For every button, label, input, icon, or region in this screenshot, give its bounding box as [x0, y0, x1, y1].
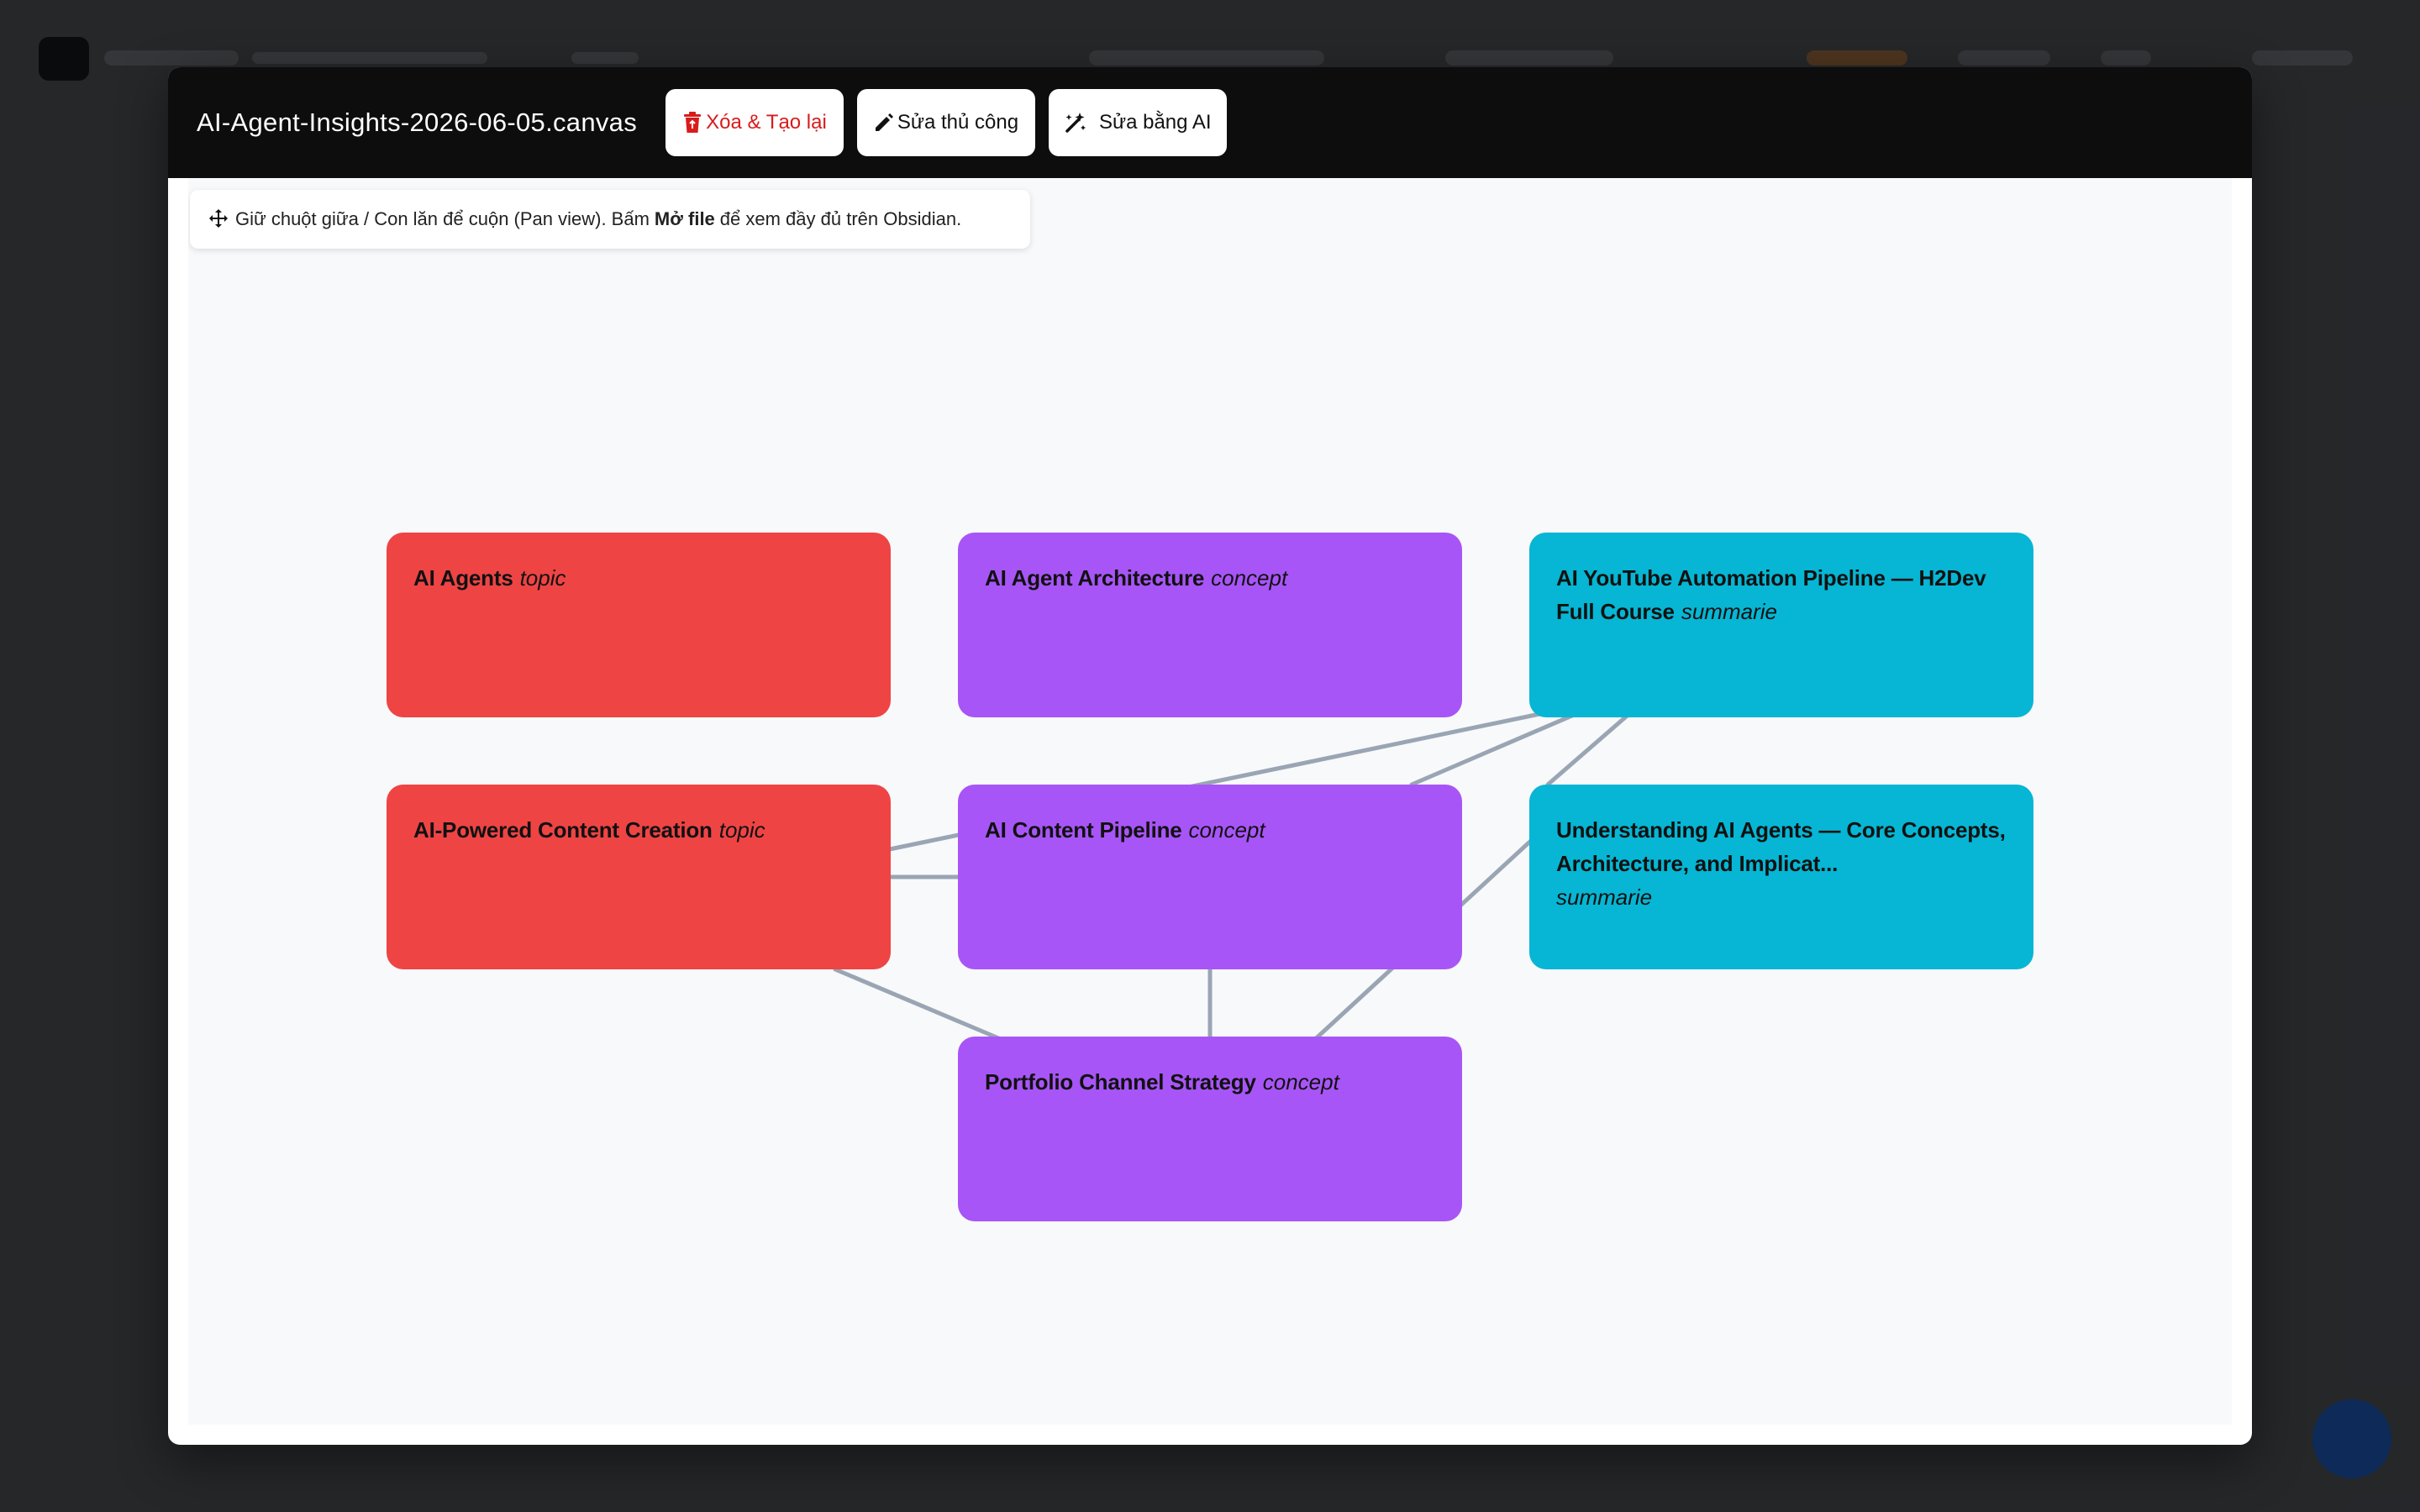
pan-hint-banner: Giữ chuột giữa / Con lăn để cuộn (Pan vi…	[190, 190, 1030, 249]
node-type: summarie	[1556, 885, 1653, 910]
canvas-node-ai-youtube-pipeline[interactable]: AI YouTube Automation Pipeline — H2Dev F…	[1529, 533, 2033, 717]
edit-with-ai-label: Sửa bằng AI	[1099, 111, 1212, 134]
node-title: AI Content Pipeline	[985, 817, 1182, 843]
node-title: Understanding AI Agents — Core Concepts,…	[1556, 817, 2006, 876]
node-type: topic	[519, 565, 566, 591]
canvas-node-ai-agent-architecture[interactable]: AI Agent Architecture concept	[958, 533, 1462, 717]
canvas-viewport[interactable]: Giữ chuột giữa / Con lăn để cuộn (Pan vi…	[188, 178, 2232, 1425]
hint-text-prefix: Giữ chuột giữa / Con lăn để cuộn (Pan vi…	[235, 208, 650, 229]
node-type: summarie	[1681, 599, 1777, 624]
canvas-node-portfolio-channel-strategy[interactable]: Portfolio Channel Strategy concept	[958, 1037, 1462, 1221]
canvas-node-ai-agents[interactable]: AI Agents topic	[387, 533, 891, 717]
node-type: concept	[1262, 1069, 1339, 1095]
delete-and-regenerate-label: Xóa & Tạo lại	[706, 111, 827, 134]
move-icon	[208, 208, 230, 230]
node-title: AI-Powered Content Creation	[413, 817, 713, 843]
node-type: concept	[1188, 817, 1265, 843]
canvas-node-understanding-ai-agents[interactable]: Understanding AI Agents — Core Concepts,…	[1529, 785, 2033, 969]
modal-header: AI-Agent-Insights-2026-06-05.canvas Xóa …	[168, 67, 2252, 178]
node-title: Portfolio Channel Strategy	[985, 1069, 1256, 1095]
delete-and-regenerate-button[interactable]: Xóa & Tạo lại	[666, 89, 844, 156]
canvas-node-ai-content-pipeline[interactable]: AI Content Pipeline concept	[958, 785, 1462, 969]
edge	[833, 967, 1009, 1044]
edit-manually-label: Sửa thủ công	[897, 111, 1019, 134]
node-title: AI Agents	[413, 565, 513, 591]
modal-title: AI-Agent-Insights-2026-06-05.canvas	[197, 108, 638, 137]
edit-with-ai-button[interactable]: Sửa bằng AI	[1049, 89, 1227, 156]
trash-icon	[681, 111, 704, 134]
node-type: topic	[718, 817, 765, 843]
node-type: concept	[1211, 565, 1288, 591]
open-file-link-text: Mở file	[654, 208, 715, 229]
canvas-node-ai-powered-content-creation[interactable]: AI-Powered Content Creation topic	[387, 785, 891, 969]
node-title: AI Agent Architecture	[985, 565, 1205, 591]
magic-wand-icon	[1064, 111, 1087, 134]
edit-manually-button[interactable]: Sửa thủ công	[857, 89, 1035, 156]
canvas-preview-modal: AI-Agent-Insights-2026-06-05.canvas Xóa …	[168, 67, 2252, 1445]
hint-text-suffix: để xem đầy đủ trên Obsidian.	[719, 208, 962, 229]
pencil-icon	[872, 111, 896, 134]
